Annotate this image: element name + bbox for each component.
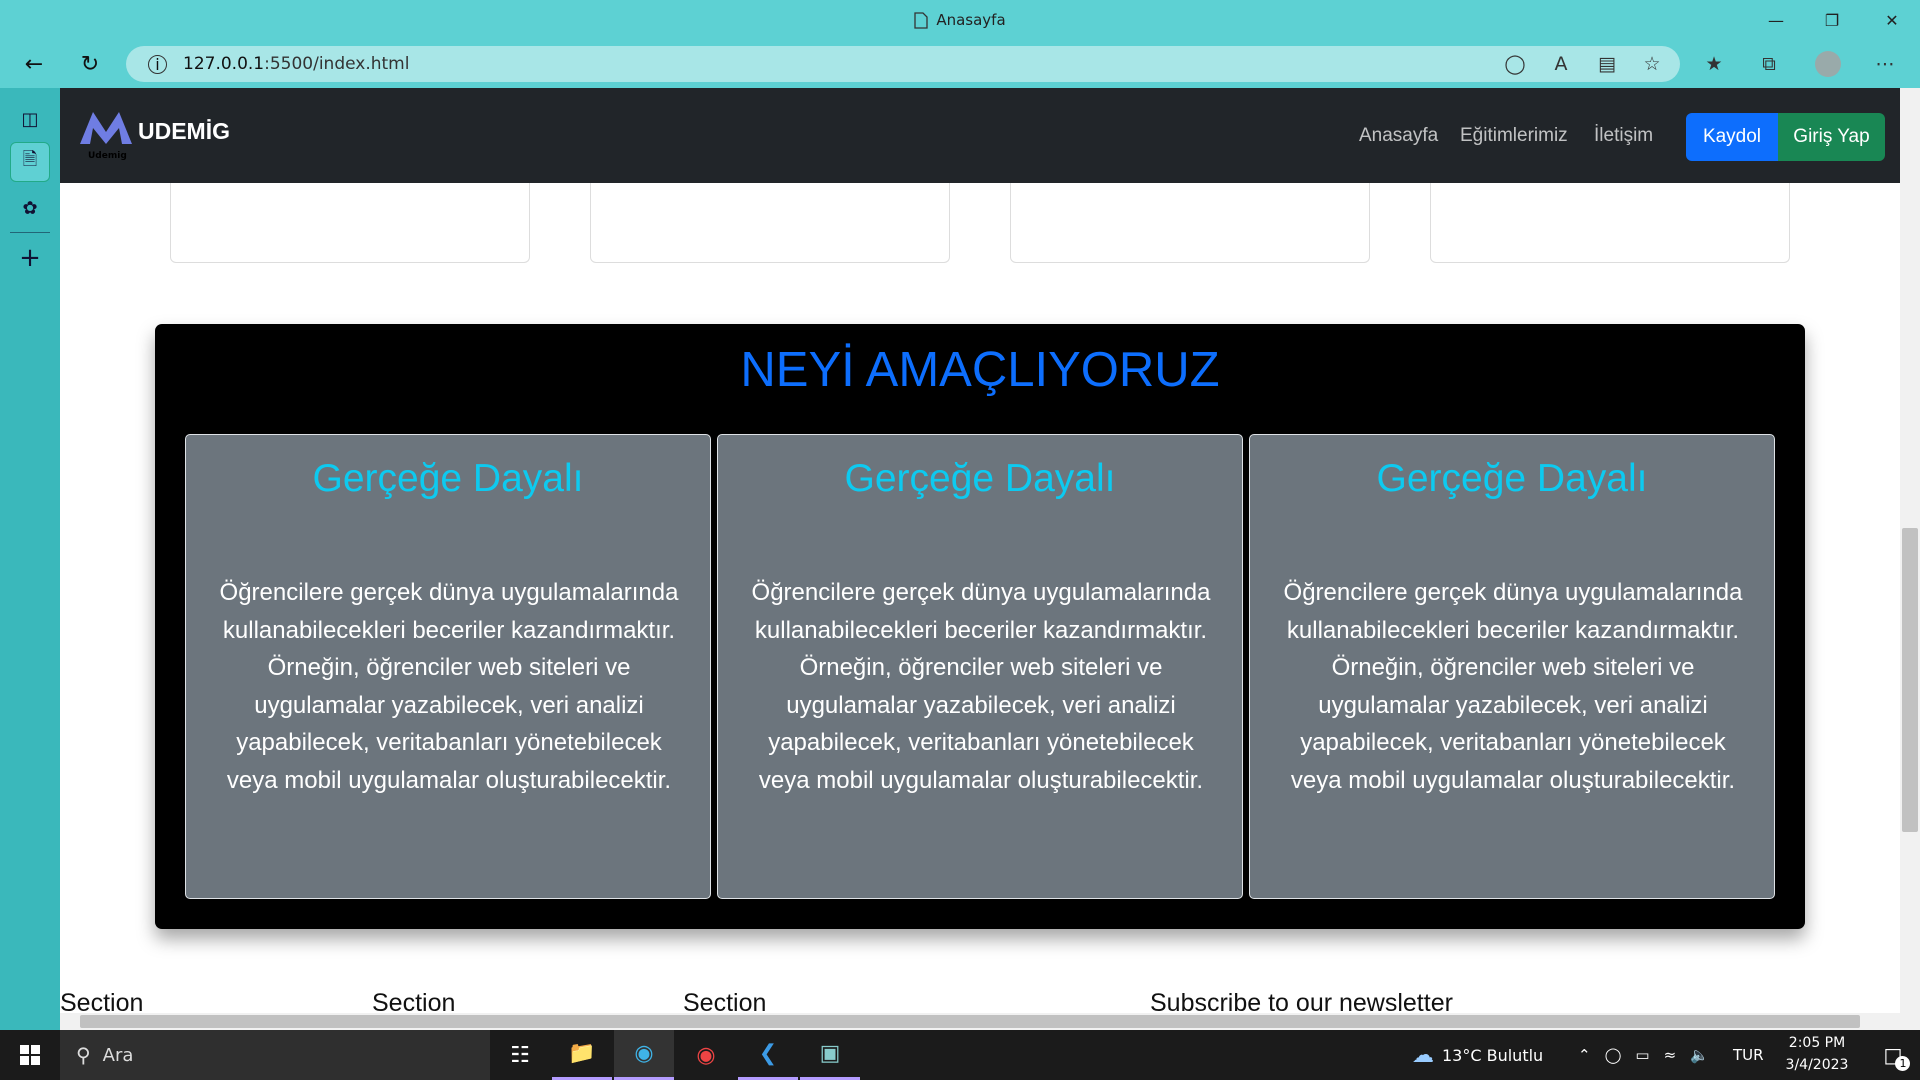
weather-widget[interactable]: ☁ 13°C Bulutlu [1412, 1030, 1543, 1080]
clock-date: 3/4/2023 [1785, 1057, 1849, 1073]
notification-center[interactable]: □ 1 [1866, 1030, 1920, 1080]
url-path: :5500/index.html [264, 54, 410, 74]
clock[interactable]: 2:05 PM 3/4/2023 [1770, 1032, 1864, 1078]
system-tray: ⌃ ◯ ▭ ≈ 🔈 [1578, 1030, 1709, 1080]
wifi-icon[interactable]: ≈ [1664, 1046, 1677, 1064]
horizontal-scrollbar-thumb[interactable] [80, 1015, 1860, 1028]
chevron-up-icon[interactable]: ⌃ [1578, 1046, 1591, 1064]
read-aloud-icon[interactable]: A [1543, 46, 1579, 82]
refresh-icon[interactable]: ↻ [72, 46, 108, 82]
course-card [590, 183, 950, 263]
file-explorer-icon[interactable]: 📁 [552, 1030, 612, 1080]
logo-caption: Udemig [88, 151, 127, 161]
page-icon [914, 11, 928, 29]
chrome-icon[interactable]: ◉ [676, 1030, 736, 1080]
course-card [1010, 183, 1370, 263]
new-tab-icon[interactable]: + [10, 238, 50, 278]
more-icon[interactable]: ⋯ [1867, 46, 1903, 82]
notification-count: 1 [1895, 1056, 1911, 1071]
footer-heading: Section [372, 989, 456, 1013]
feature-card: Gerçeğe Dayalı Öğrencilere gerçek dünya … [717, 434, 1243, 899]
windows-icon [20, 1045, 40, 1065]
brand-name[interactable]: UDEMİG [138, 118, 230, 145]
minimize-button[interactable]: — [1748, 0, 1804, 40]
photos-icon[interactable]: ▣ [800, 1030, 860, 1080]
feature-title: Gerçeğe Dayalı [312, 457, 584, 500]
feature-text: Öğrencilere gerçek dünya uygulamalarında… [219, 579, 679, 794]
notification-icon: □ 1 [1884, 1043, 1911, 1071]
newsletter-heading: Subscribe to our newsletter [1150, 989, 1453, 1013]
window-title-text: Anasayfa [936, 11, 1006, 29]
course-card [170, 183, 530, 263]
feature-card: Gerçeğe Dayalı Öğrencilere gerçek dünya … [1249, 434, 1775, 899]
clock-time: 2:05 PM [1788, 1035, 1846, 1051]
course-card [1430, 183, 1790, 263]
search-icon: ⚲ [76, 1043, 91, 1067]
nav-link-courses[interactable]: Eğitimlerimiz [1460, 125, 1568, 147]
taskbar-search[interactable]: ⚲ Ara [60, 1030, 490, 1080]
ai-tab-icon[interactable]: ✿ [10, 188, 50, 228]
restore-button[interactable]: ❐ [1804, 0, 1860, 40]
search-placeholder: Ara [102, 1044, 134, 1066]
vertical-tabs-sidebar [0, 88, 60, 1030]
signup-button[interactable]: Kaydol [1686, 113, 1778, 161]
task-view-icon[interactable]: ☷ [490, 1030, 550, 1080]
meet-icon[interactable]: ◯ [1605, 1046, 1622, 1064]
url-host: 127.0.0.1 [183, 54, 265, 74]
info-icon[interactable]: i [148, 54, 167, 74]
back-icon[interactable]: ← [16, 46, 52, 82]
feature-text: Öğrencilere gerçek dünya uygulamalarında… [1283, 579, 1743, 794]
brand-logo-icon [80, 112, 132, 144]
immersive-reader-icon[interactable]: ▤ [1589, 46, 1625, 82]
feature-card: Gerçeğe Dayalı Öğrencilere gerçek dünya … [185, 434, 711, 899]
cloud-icon: ☁ [1412, 1042, 1434, 1068]
profile-icon[interactable] [1810, 46, 1846, 82]
vertical-scrollbar-thumb[interactable] [1902, 528, 1918, 832]
footer-heading: Section [683, 989, 767, 1013]
window-title: Anasayfa [0, 0, 1920, 40]
start-button[interactable] [0, 1030, 60, 1080]
section-title: NEYİ AMAÇLIYORUZ [740, 343, 1220, 397]
page-viewport: Udemig UDEMİG Anasayfa Eğitimlerimiz İle… [60, 88, 1900, 1013]
favorites-icon[interactable]: ★ [1696, 46, 1732, 82]
login-button[interactable]: Giriş Yap [1778, 113, 1885, 161]
language-indicator[interactable]: TUR [1733, 1030, 1764, 1080]
nav-link-contact[interactable]: İletişim [1594, 125, 1653, 147]
edge-icon[interactable]: ◉ [614, 1030, 674, 1080]
battery-icon[interactable]: ▭ [1635, 1046, 1649, 1064]
collections-icon[interactable]: ⧉ [1751, 46, 1787, 82]
feature-text: Öğrencilere gerçek dünya uygulamalarında… [751, 579, 1211, 794]
goals-section: NEYİ AMAÇLIYORUZ Gerçeğe Dayalı Öğrencil… [155, 324, 1805, 929]
active-tab-icon[interactable]: 🗎 [10, 142, 50, 182]
sidebar-divider [10, 232, 50, 233]
tag-icon[interactable]: ◯ [1497, 46, 1533, 82]
address-bar[interactable]: i 127.0.0.1:5500/index.html [126, 46, 1680, 82]
nav-link-home[interactable]: Anasayfa [1359, 125, 1438, 147]
weather-text: 13°C Bulutlu [1442, 1045, 1544, 1065]
feature-title: Gerçeğe Dayalı [1376, 457, 1648, 500]
footer-heading: Section [60, 989, 144, 1013]
volume-icon[interactable]: 🔈 [1690, 1046, 1709, 1064]
site-navbar: Udemig UDEMİG Anasayfa Eğitimlerimiz İle… [60, 88, 1900, 183]
tab-actions-icon[interactable]: ◫ [10, 99, 50, 139]
feature-title: Gerçeğe Dayalı [844, 457, 1116, 500]
vscode-icon[interactable]: ❮ [738, 1030, 798, 1080]
add-favorite-icon[interactable]: ☆ [1634, 46, 1670, 82]
close-window-button[interactable]: ✕ [1864, 0, 1920, 40]
